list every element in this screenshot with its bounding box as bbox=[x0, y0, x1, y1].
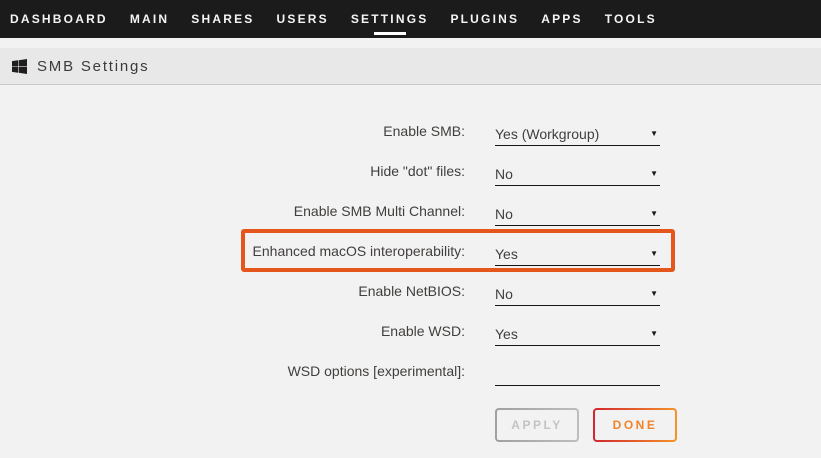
done-button-label: DONE bbox=[595, 410, 675, 440]
field-label: Enhanced macOS interoperability: bbox=[0, 243, 465, 259]
select-value: Yes bbox=[495, 326, 518, 342]
select-value: No bbox=[495, 166, 513, 182]
caret-down-icon: ▼ bbox=[650, 330, 660, 338]
field-label: WSD options [experimental]: bbox=[0, 363, 465, 379]
smb-multichannel-select[interactable]: No ▼ bbox=[495, 202, 660, 226]
form-row-wsd-options: WSD options [experimental]: bbox=[0, 351, 821, 391]
caret-down-icon: ▼ bbox=[650, 210, 660, 218]
form-row-netbios: Enable NetBIOS: No ▼ bbox=[0, 271, 821, 311]
caret-down-icon: ▼ bbox=[650, 130, 660, 138]
form-row-wsd: Enable WSD: Yes ▼ bbox=[0, 311, 821, 351]
form-actions: APPLY DONE bbox=[495, 408, 677, 442]
enable-smb-select[interactable]: Yes (Workgroup) ▼ bbox=[495, 122, 660, 146]
wsd-select[interactable]: Yes ▼ bbox=[495, 322, 660, 346]
field-label: Enable SMB Multi Channel: bbox=[0, 203, 465, 219]
form-row-hide-dot-files: Hide "dot" files: No ▼ bbox=[0, 151, 821, 191]
form-row-smb-multichannel: Enable SMB Multi Channel: No ▼ bbox=[0, 191, 821, 231]
wsd-options-input[interactable] bbox=[495, 362, 660, 386]
field-label: Enable NetBIOS: bbox=[0, 283, 465, 299]
nav-item-tools[interactable]: TOOLS bbox=[605, 0, 657, 38]
page-header-bar: SMB Settings bbox=[0, 48, 821, 85]
page-title: SMB Settings bbox=[37, 58, 149, 75]
caret-down-icon: ▼ bbox=[650, 170, 660, 178]
nav-item-settings[interactable]: SETTINGS bbox=[351, 0, 429, 38]
nav-item-plugins[interactable]: PLUGINS bbox=[450, 0, 519, 38]
top-navbar: DASHBOARD MAIN SHARES USERS SETTINGS PLU… bbox=[0, 0, 821, 38]
caret-down-icon: ▼ bbox=[650, 290, 660, 298]
nav-item-main[interactable]: MAIN bbox=[130, 0, 169, 38]
done-button[interactable]: DONE bbox=[593, 408, 677, 442]
smb-settings-form: Enable SMB: Yes (Workgroup) ▼ Hide "dot"… bbox=[0, 111, 821, 391]
netbios-select[interactable]: No ▼ bbox=[495, 282, 660, 306]
nav-item-shares[interactable]: SHARES bbox=[191, 0, 254, 38]
macos-interop-select[interactable]: Yes ▼ bbox=[495, 242, 660, 266]
form-row-macos-interop: Enhanced macOS interoperability: Yes ▼ bbox=[0, 231, 821, 271]
field-label: Hide "dot" files: bbox=[0, 163, 465, 179]
nav-item-users[interactable]: USERS bbox=[277, 0, 329, 38]
form-row-enable-smb: Enable SMB: Yes (Workgroup) ▼ bbox=[0, 111, 821, 151]
apply-button[interactable]: APPLY bbox=[495, 408, 579, 442]
nav-item-dashboard[interactable]: DASHBOARD bbox=[10, 0, 108, 38]
field-label: Enable WSD: bbox=[0, 323, 465, 339]
select-value: Yes bbox=[495, 246, 518, 262]
nav-item-apps[interactable]: APPS bbox=[541, 0, 582, 38]
select-value: No bbox=[495, 286, 513, 302]
caret-down-icon: ▼ bbox=[650, 250, 660, 258]
hide-dot-files-select[interactable]: No ▼ bbox=[495, 162, 660, 186]
select-value: Yes (Workgroup) bbox=[495, 126, 599, 142]
apply-button-label: APPLY bbox=[497, 410, 577, 440]
windows-logo-icon bbox=[12, 59, 27, 74]
select-value: No bbox=[495, 206, 513, 222]
field-label: Enable SMB: bbox=[0, 123, 465, 139]
